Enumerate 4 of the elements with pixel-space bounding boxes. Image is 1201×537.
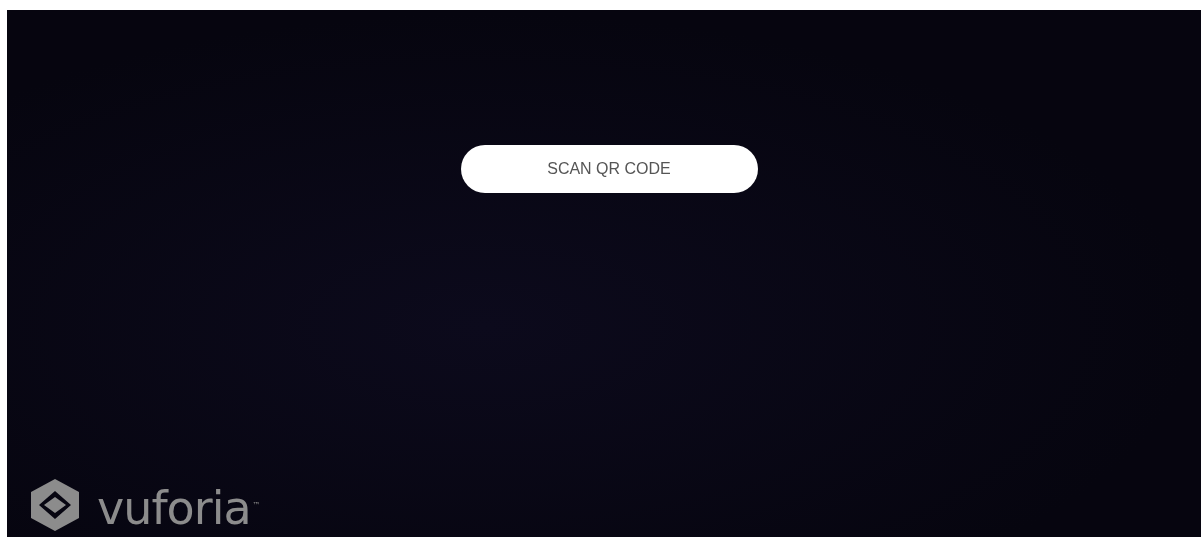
logo-wordmark: vuforia	[97, 485, 251, 531]
scan-button[interactable]: SCAN QR CODE	[460, 145, 758, 193]
hexagon-logo-icon	[31, 479, 79, 531]
trademark-sign: ™	[252, 500, 261, 510]
